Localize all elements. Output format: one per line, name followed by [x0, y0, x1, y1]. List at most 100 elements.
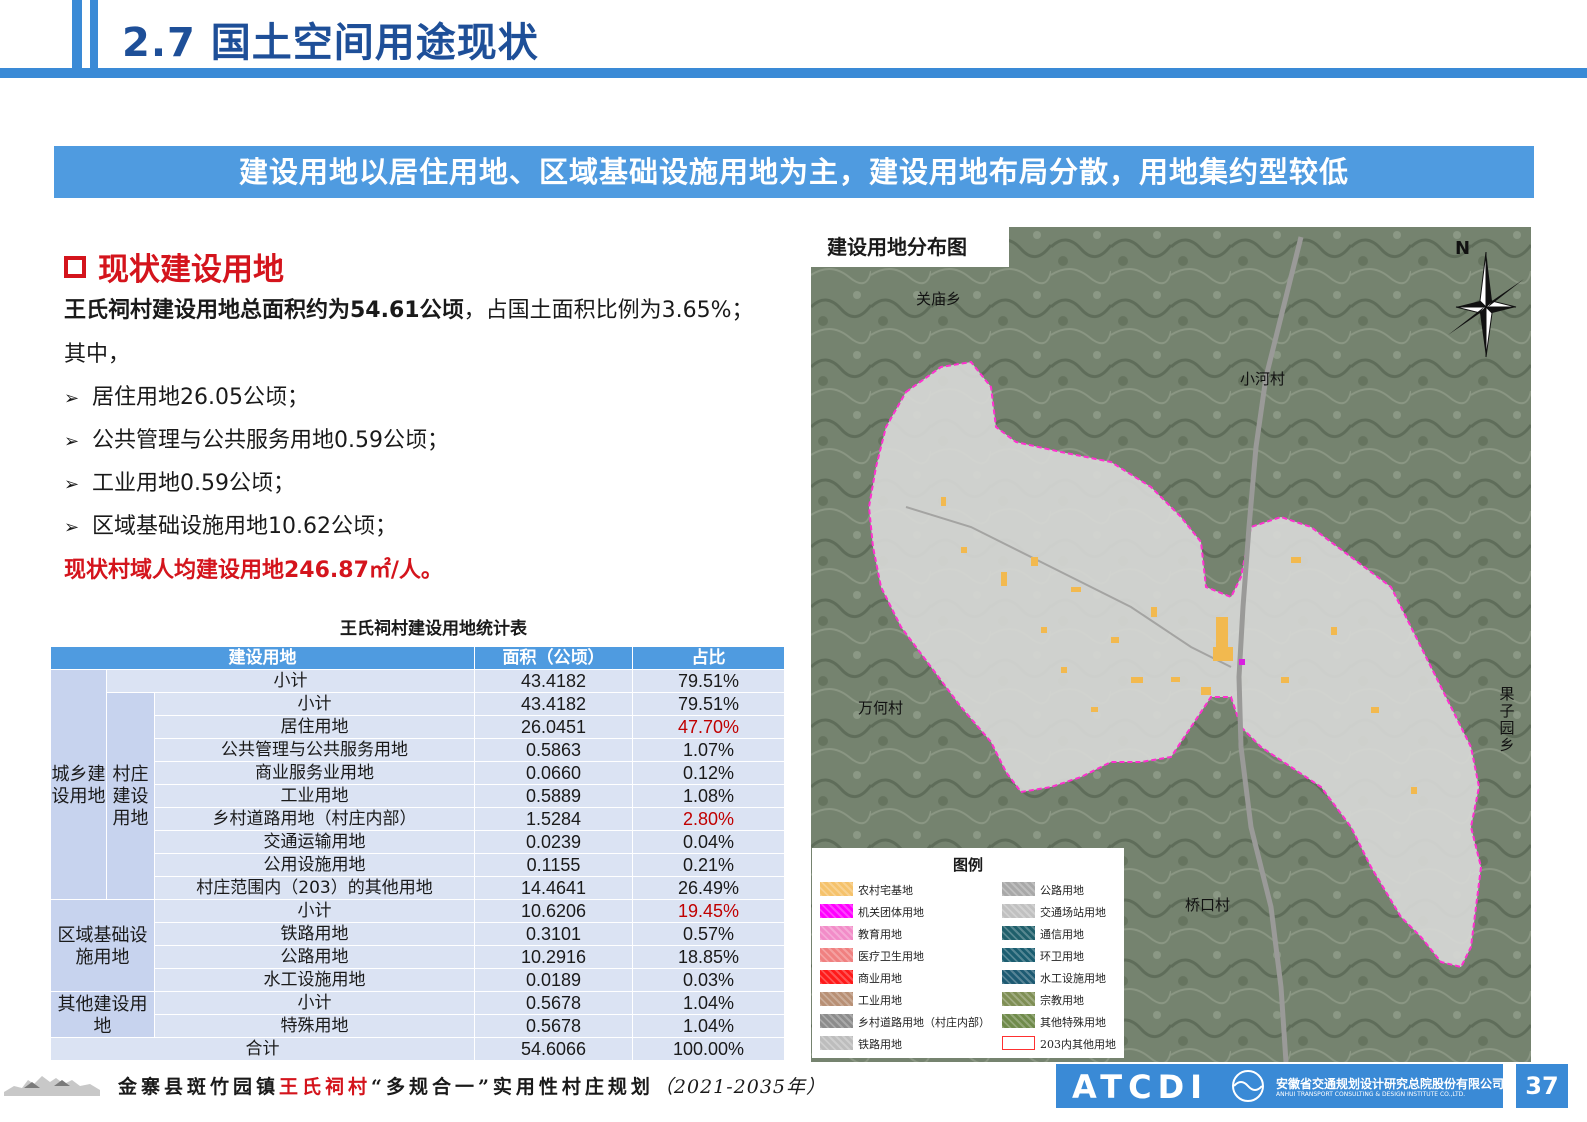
legend-label: 通信用地	[1040, 928, 1084, 941]
legend-swatch	[1002, 1036, 1035, 1050]
row-label: 公用设施用地	[154, 853, 475, 877]
wave-logo-icon	[1232, 1070, 1264, 1102]
area-cell: 10.6206	[474, 899, 633, 923]
legend-swatch	[820, 1014, 853, 1028]
map-legend: 图例 农村宅基地 机关团体用地 教育用地 医疗卫生用地 商业用地 工业用地 乡村道路用地（村…	[812, 848, 1124, 1058]
footer-title: 金寨县斑竹园镇王氏祠村“多规合一”实用性村庄规划（2021-2035年）	[118, 1072, 826, 1099]
column-header: 占比	[632, 646, 785, 670]
legend-label: 教育用地	[858, 928, 902, 941]
legend-swatch	[820, 926, 853, 940]
pct-cell: 2.80%	[632, 807, 785, 831]
pct-cell: 0.57%	[632, 922, 785, 946]
row-label: 工业用地	[154, 784, 475, 808]
pct-cell: 0.03%	[632, 968, 785, 992]
pct-cell: 0.04%	[632, 830, 785, 854]
legend-label: 机关团体用地	[858, 906, 924, 919]
north-label: N	[1455, 238, 1471, 259]
area-cell: 0.0660	[474, 761, 633, 785]
legend-swatch	[1002, 970, 1035, 984]
header-accent-bar	[90, 0, 98, 68]
area-cell: 0.0189	[474, 968, 633, 992]
table-row: 公用设施用地 0.1155 0.21%	[51, 853, 785, 877]
arrow-bullet-icon: ➢	[64, 388, 80, 409]
legend-swatch	[1002, 926, 1035, 940]
group-label: 区域基础设施用地	[50, 899, 155, 992]
group-label: 村庄建设用地	[106, 692, 155, 900]
row-label: 小计	[154, 692, 475, 716]
legend-swatch	[1002, 882, 1035, 896]
row-label: 居住用地	[154, 715, 475, 739]
legend-label: 水工设施用地	[1040, 972, 1106, 985]
summary-banner: 建设用地以居住用地、区域基础设施用地为主，建设用地布局分散，用地集约型较低	[54, 146, 1534, 198]
table-row: 交通运输用地 0.0239 0.04%	[51, 830, 785, 854]
legend-label: 农村宅基地	[858, 884, 913, 897]
legend-swatch	[1002, 992, 1035, 1006]
footer-text: “多规合一”实用性村庄规划	[371, 1076, 654, 1098]
list-item: ➢ 工业用地0.59公顷；	[64, 469, 295, 500]
header-divider	[0, 68, 1587, 78]
list-item: ➢ 区域基础设施用地10.62公顷；	[64, 512, 397, 543]
legend-label: 宗教用地	[1040, 994, 1084, 1007]
row-label: 小计	[106, 669, 475, 693]
area-cell: 1.5284	[474, 807, 633, 831]
pct-cell: 1.08%	[632, 784, 785, 808]
area-cell: 14.4641	[474, 876, 633, 900]
legend-swatch	[820, 1036, 853, 1050]
section-title-text: 现状建设用地	[98, 252, 284, 288]
table-row: 公共管理与公共服务用地 0.5863 1.07%	[51, 738, 785, 762]
land-use-table: 建设用地 面积（公顷） 占比 城乡建设用地 小计 43.4182 79.51% …	[50, 646, 785, 1061]
intro-line2: 其中，	[64, 342, 131, 367]
legend-swatch	[1002, 1014, 1035, 1028]
intro-bold: 王氏祠村建设用地总面积约为54.61公顷	[64, 298, 464, 323]
legend-swatch	[820, 948, 853, 962]
table-row: 城乡建设用地 小计 43.4182 79.51%	[50, 669, 785, 900]
list-item-text: 居住用地26.05公顷；	[92, 385, 309, 410]
pct-cell: 0.21%	[632, 853, 785, 877]
place-label: 万何村	[858, 699, 904, 717]
legend-swatch	[820, 992, 853, 1006]
table-row: 区域基础设施用地 小计 10.6206 19.45%	[50, 899, 785, 992]
table-row: 乡村道路用地（村庄内部） 1.5284 2.80%	[51, 807, 785, 831]
table-total-row: 合计 54.6066 100.00%	[50, 1037, 785, 1061]
page-number: 37	[1516, 1064, 1568, 1108]
legend-label: 医疗卫生用地	[858, 950, 924, 963]
list-item-text: 工业用地0.59公顷；	[92, 471, 295, 496]
column-header: 建设用地	[50, 646, 475, 670]
pct-cell: 1.07%	[632, 738, 785, 762]
group-label: 城乡建设用地	[50, 669, 107, 900]
intro-rest: ，占国土面积比例为3.65%；	[463, 298, 754, 323]
table-row: 商业服务业用地 0.0660 0.12%	[51, 761, 785, 785]
row-label: 特殊用地	[154, 1014, 475, 1038]
arrow-bullet-icon: ➢	[64, 517, 80, 538]
place-label: 果子园乡	[1499, 685, 1515, 754]
section-title: 现状建设用地	[64, 244, 284, 289]
map-title: 建设用地分布图	[811, 227, 1009, 267]
legend-swatch	[1002, 948, 1035, 962]
pct-cell: 1.04%	[632, 991, 785, 1015]
list-item-text: 公共管理与公共服务用地0.59公顷；	[92, 428, 449, 453]
place-label: 小河村	[1240, 370, 1286, 388]
place-label: 桥口村	[1185, 896, 1231, 914]
legend-swatch	[820, 882, 853, 896]
table-header-row: 建设用地 面积（公顷） 占比	[50, 646, 785, 670]
pct-cell: 18.85%	[632, 945, 785, 969]
row-label: 铁路用地	[154, 922, 475, 946]
table-row: 公路用地 10.2916 18.85%	[51, 945, 785, 969]
area-cell: 0.1155	[474, 853, 633, 877]
legend-label: 乡村道路用地（村庄内部）	[858, 1016, 990, 1029]
pct-cell: 79.51%	[632, 692, 785, 716]
pct-cell: 1.04%	[632, 1014, 785, 1038]
table-row: 工业用地 0.5889 1.08%	[51, 784, 785, 808]
per-capita-note: 现状村域人均建设用地246.87㎡/人。	[64, 558, 443, 583]
legend-label: 203内其他用地	[1040, 1038, 1116, 1051]
legend-label: 商业用地	[858, 972, 902, 985]
legend-swatch	[1002, 904, 1035, 918]
legend-label: 公路用地	[1040, 884, 1084, 897]
group-label: 其他建设用地	[50, 991, 155, 1038]
table-row: 村庄建设用地 小计 43.4182 79.51%	[51, 692, 785, 900]
row-label: 公共管理与公共服务用地	[154, 738, 475, 762]
company-name: 安徽省交通规划设计研究总院股份有限公司	[1276, 1077, 1505, 1091]
legend-swatch	[820, 970, 853, 984]
arrow-bullet-icon: ➢	[64, 474, 80, 495]
row-label: 合计	[50, 1037, 475, 1061]
